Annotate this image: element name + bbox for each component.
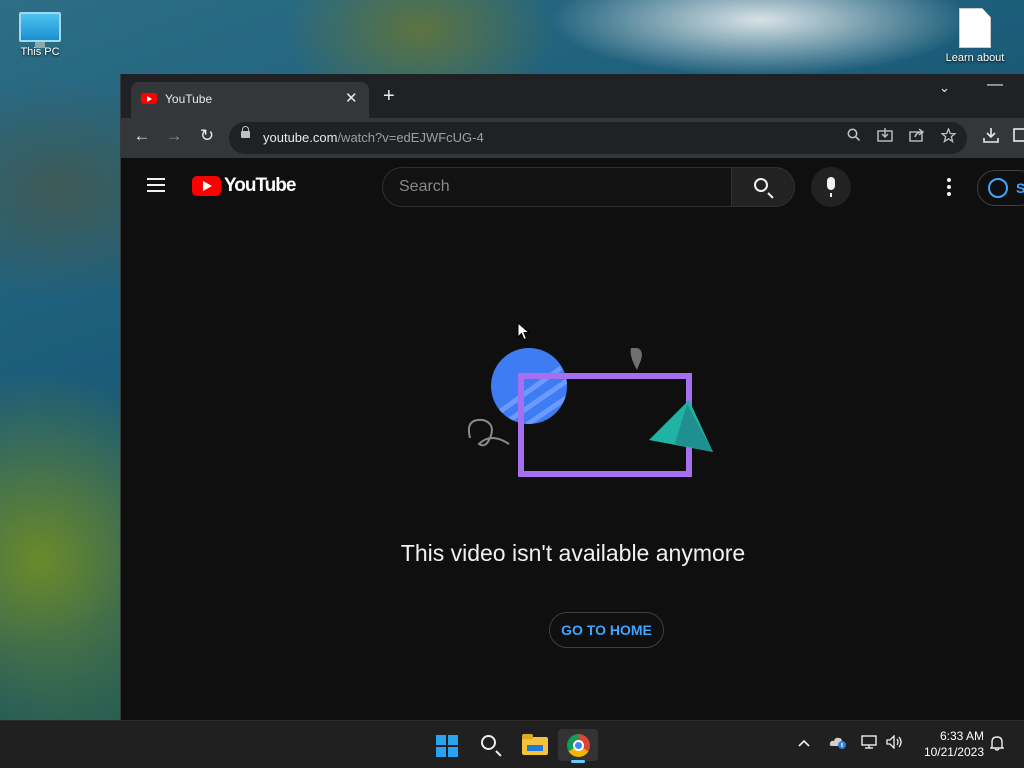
new-tab-button[interactable]: + (383, 86, 395, 106)
clock-date: 10/21/2023 (923, 745, 984, 759)
chrome-icon (567, 734, 590, 757)
volume-icon[interactable] (886, 734, 904, 752)
mouse-cursor-icon (517, 322, 530, 341)
clock-time: 6:33 AM (939, 729, 984, 743)
share-icon[interactable] (909, 128, 925, 145)
file-explorer-button[interactable] (514, 729, 554, 761)
chrome-taskbar-button[interactable] (558, 729, 598, 763)
search-button[interactable] (731, 167, 795, 207)
bookmark-star-icon[interactable] (940, 127, 957, 146)
url-text[interactable]: youtube.com/watch?v=edEJWFcUG-4 (263, 130, 484, 145)
voice-search-button[interactable] (811, 167, 851, 207)
video-unavailable-message: This video isn't available anymore (400, 540, 746, 566)
sign-in-label: S (1016, 180, 1024, 196)
more-options-icon[interactable] (947, 178, 951, 199)
back-button[interactable]: ← (130, 126, 154, 146)
youtube-favicon-icon (141, 93, 157, 104)
close-tab-icon[interactable]: ✕ (345, 89, 358, 107)
minimize-button[interactable]: — (987, 76, 1003, 94)
sign-in-button[interactable]: S (977, 170, 1024, 206)
lock-icon[interactable] (241, 126, 250, 138)
onedrive-icon[interactable] (829, 735, 847, 752)
start-button[interactable] (426, 729, 466, 761)
taskbar: 6:33 AM 10/21/2023 (0, 720, 1024, 768)
network-icon[interactable] (861, 735, 879, 752)
search-icon (754, 178, 768, 192)
computer-icon (19, 12, 61, 48)
hamburger-menu-icon[interactable] (147, 178, 165, 192)
reload-button[interactable]: ↻ (195, 126, 219, 146)
youtube-page: YouTube Search S This video isn't availa… (121, 158, 1024, 720)
taskbar-search-button[interactable] (470, 729, 510, 761)
install-app-icon[interactable] (877, 128, 893, 145)
tab-youtube[interactable]: YouTube ✕ (131, 82, 369, 118)
microphone-icon (827, 177, 835, 197)
search-input[interactable]: Search (382, 167, 731, 207)
start-icon (436, 735, 458, 757)
desktop-icon-label: Learn about (945, 52, 1005, 64)
show-hidden-icons-chevron[interactable] (798, 735, 810, 751)
downloads-icon[interactable] (983, 127, 999, 147)
browser-toolbar: ← → ↻ youtube.com/watch?v=edEJWFcUG-4 (121, 118, 1024, 158)
side-panel-icon[interactable] (1013, 127, 1024, 147)
address-bar[interactable]: youtube.com/watch?v=edEJWFcUG-4 (229, 122, 967, 154)
notifications-bell-icon[interactable] (989, 735, 1005, 754)
tab-title: YouTube (165, 92, 213, 106)
youtube-play-icon (192, 176, 221, 196)
zoom-search-icon[interactable] (847, 128, 861, 145)
system-clock[interactable]: 6:33 AM 10/21/2023 (912, 728, 984, 760)
desktop-icon-learn-about[interactable]: Learn about (935, 8, 1015, 64)
account-icon (988, 178, 1008, 198)
youtube-logo-text: YouTube (224, 175, 296, 196)
browser-window: YouTube ✕ + ⌄ — ← → ↻ youtube.com/watch?… (120, 74, 1024, 720)
file-explorer-icon (522, 734, 548, 755)
search-placeholder: Search (399, 178, 450, 195)
forward-button[interactable]: → (162, 126, 186, 146)
tab-search-icon[interactable]: ⌄ (939, 80, 950, 96)
browser-titlebar: YouTube ✕ + ⌄ — (121, 74, 1024, 118)
video-unavailable-illustration (467, 348, 713, 477)
document-icon (959, 8, 991, 48)
go-to-home-button[interactable]: GO TO HOME (549, 612, 664, 648)
desktop-icon-this-pc[interactable]: This PC (0, 12, 80, 58)
search-icon (481, 735, 496, 750)
